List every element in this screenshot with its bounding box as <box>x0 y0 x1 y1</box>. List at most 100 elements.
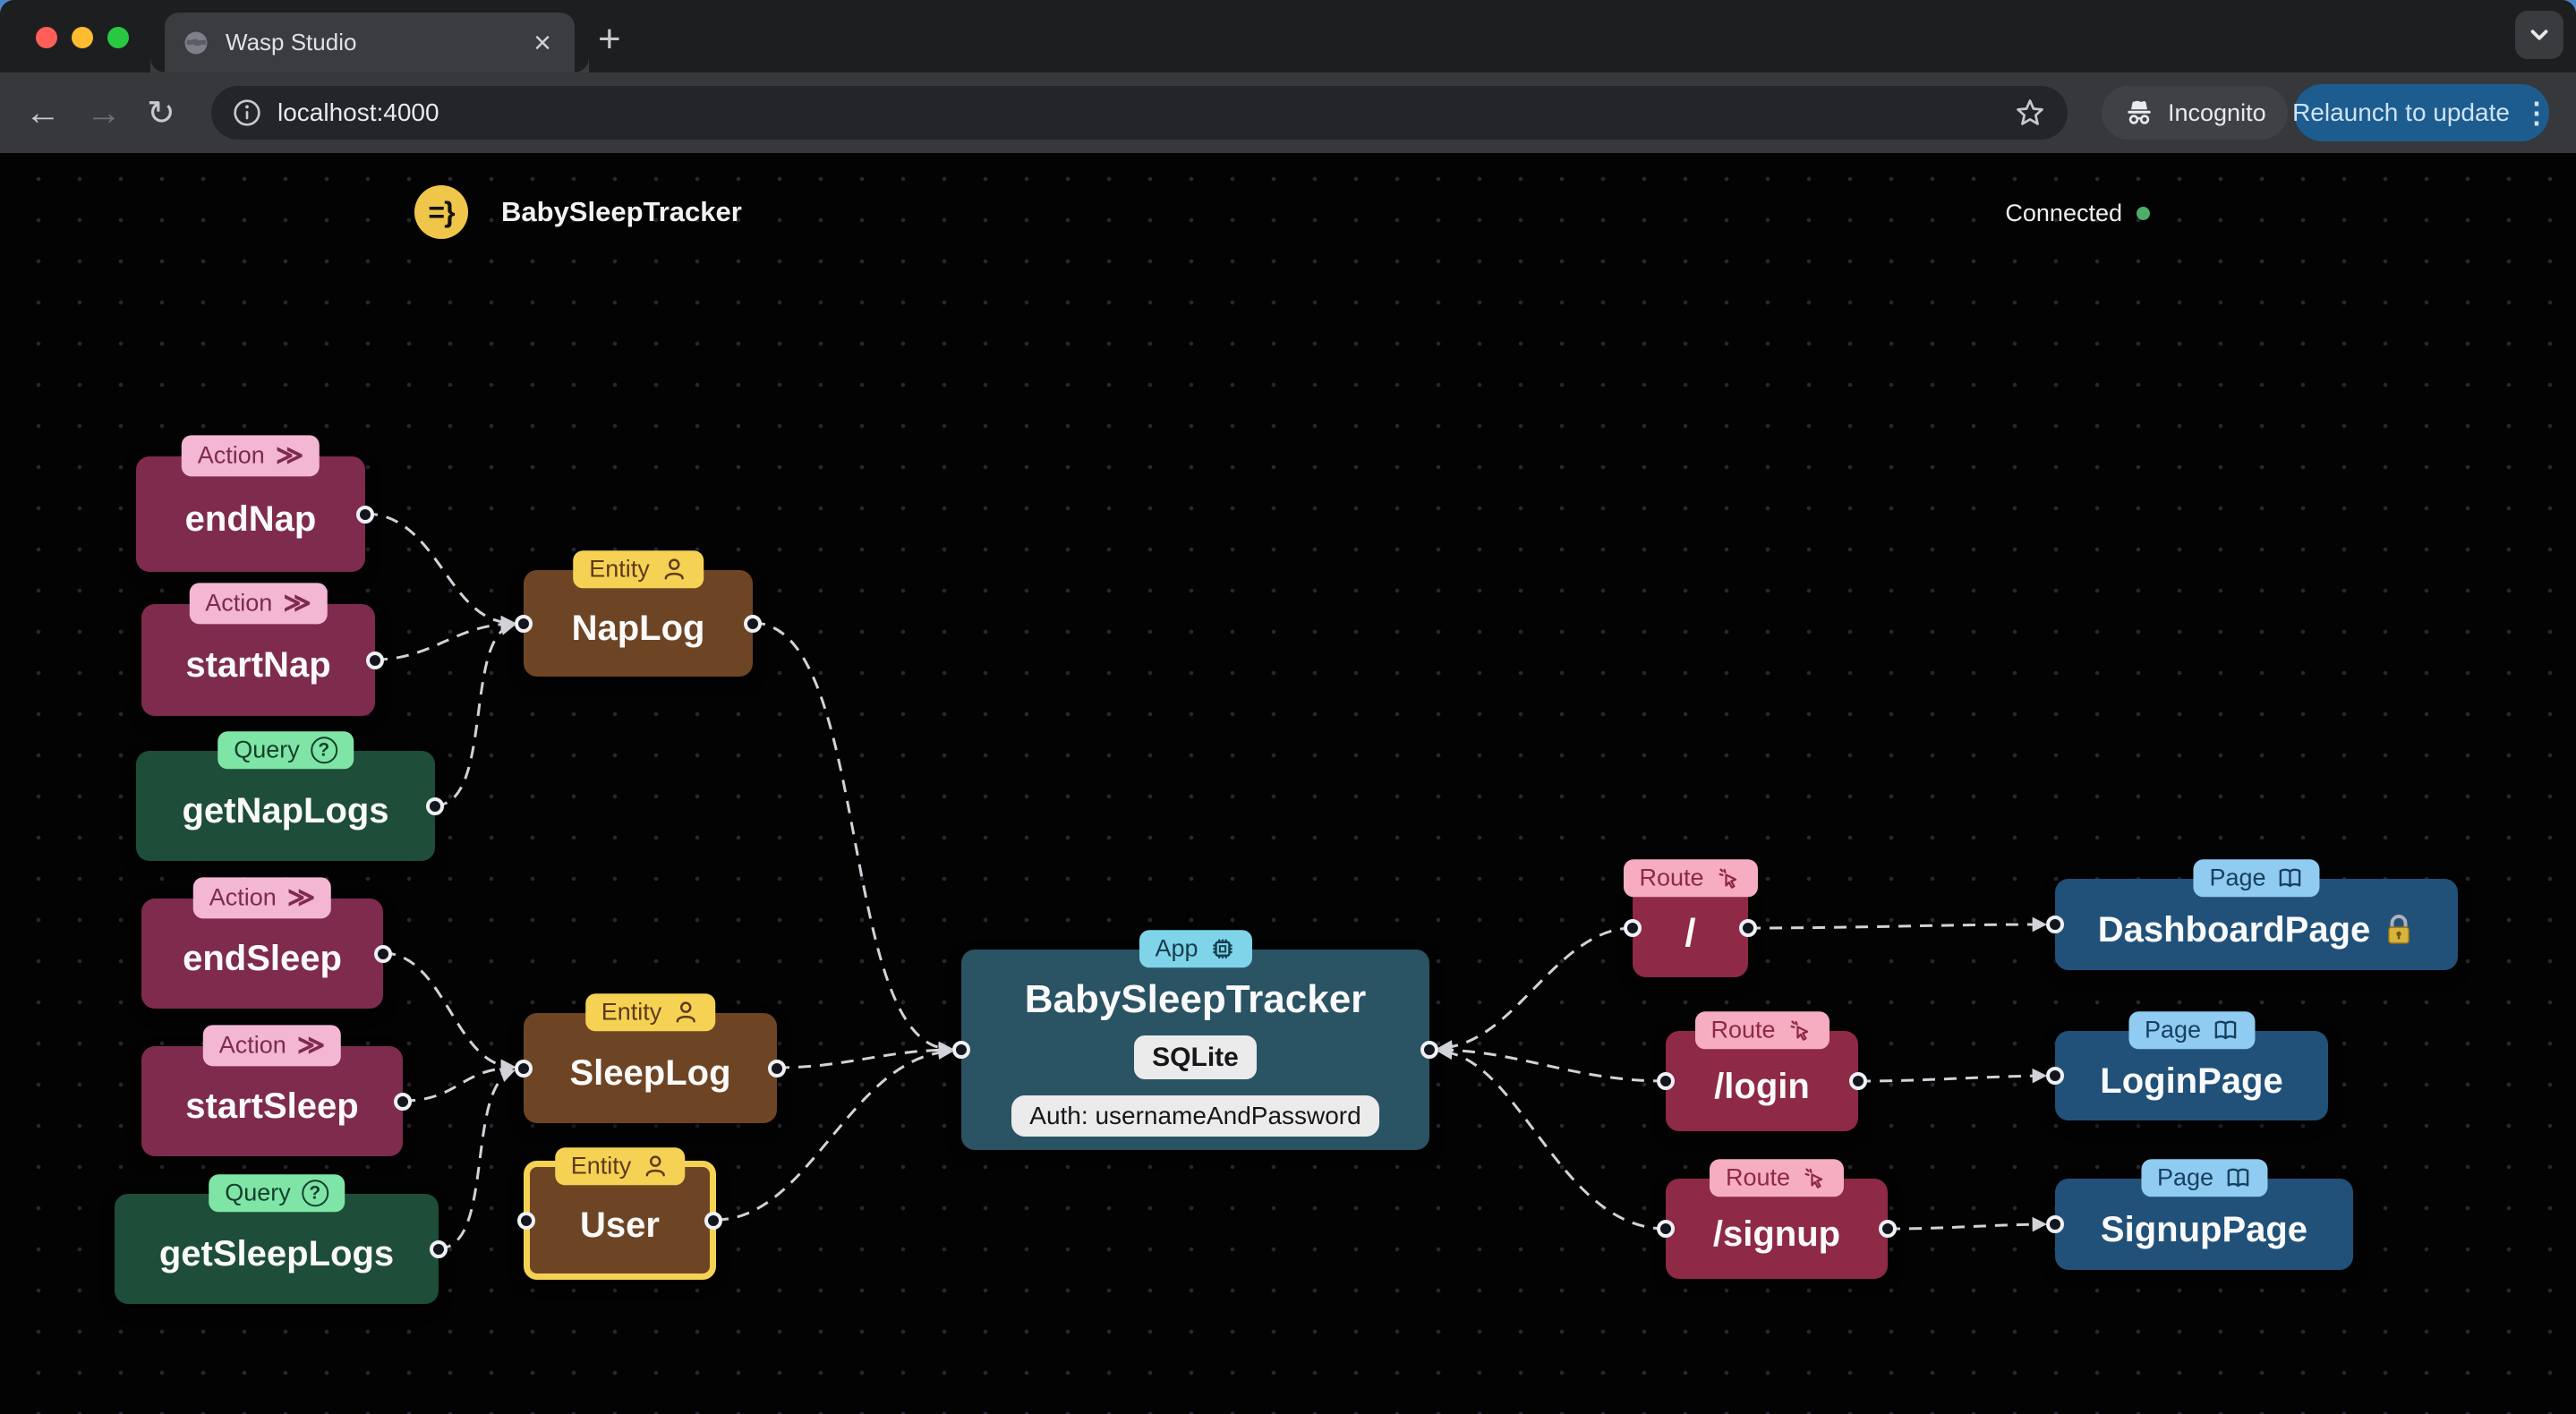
connection-handle[interactable] <box>515 614 533 633</box>
connection-handle[interactable] <box>1879 1220 1897 1238</box>
url-text: localhost:4000 <box>277 98 439 126</box>
node-action-endnap[interactable]: Action ≫ endNap <box>136 435 374 572</box>
person-icon <box>664 558 684 580</box>
chevrons-right-icon: ≫ <box>275 440 304 471</box>
edge-signup-signuppage <box>1887 1216 2048 1232</box>
entity-badge: Entity <box>554 1147 686 1186</box>
edge-startsleep-sleeplog <box>402 1060 516 1103</box>
connection-handle[interactable] <box>517 1211 535 1230</box>
node-app-babysleeptracker[interactable]: App BabySleepTracker SQLite Auth: userna… <box>952 930 1438 1150</box>
relaunch-label: Relaunch to update <box>2292 98 2510 126</box>
connection-handle[interactable] <box>1849 1072 1867 1090</box>
auth-pill: Auth: usernameAndPassword <box>1011 1095 1379 1137</box>
cursor-click-icon <box>1790 1020 1808 1041</box>
address-bar[interactable]: localhost:4000 <box>211 86 2068 140</box>
query-badge: Query ? <box>209 1174 345 1213</box>
connection-handle[interactable] <box>374 944 392 963</box>
connection-handle[interactable] <box>2046 1215 2064 1233</box>
edge-getnaplogs-naplog <box>434 620 516 807</box>
connection-handle[interactable] <box>1657 1220 1675 1238</box>
browser-toolbar: ← → ↻ localhost:4000 Incognito Relaunch … <box>0 72 2576 153</box>
connection-handle[interactable] <box>356 505 374 524</box>
back-button[interactable]: ← <box>25 93 61 133</box>
node-entity-sleeplog[interactable]: Entity SleepLog <box>515 993 786 1123</box>
action-badge: Action ≫ <box>202 1025 342 1066</box>
new-tab-button[interactable]: + <box>598 20 621 59</box>
macos-close-button[interactable] <box>36 27 57 48</box>
node-page-signuppage[interactable]: Page SignupPage <box>2046 1159 2353 1270</box>
forward-button[interactable]: → <box>86 93 122 133</box>
connection-handle[interactable] <box>2046 916 2064 933</box>
connection-handle[interactable] <box>1739 919 1757 937</box>
entity-badge: Entity <box>584 993 716 1032</box>
site-info-icon[interactable] <box>233 98 261 127</box>
node-route-signup[interactable]: Route /signup <box>1657 1159 1897 1279</box>
browser-menu-dots-icon[interactable]: ⋮ <box>2522 96 2551 130</box>
connection-handle[interactable] <box>744 614 762 633</box>
node-entity-naplog[interactable]: Entity NapLog <box>515 550 762 677</box>
page-name: DashboardPage <box>2097 909 2371 950</box>
browser-tab[interactable]: Wasp Studio × <box>165 13 589 72</box>
bookmark-star-icon[interactable] <box>2014 97 2046 129</box>
person-icon <box>676 1001 695 1023</box>
badge-label: Page <box>2144 1016 2202 1043</box>
node-route-root[interactable]: Route / <box>1623 859 1758 977</box>
node-query-getsleeplogs[interactable]: Query ? getSleepLogs <box>115 1174 448 1304</box>
connection-handle[interactable] <box>2046 1067 2064 1085</box>
page-badge: Page <box>2193 859 2320 898</box>
edge-getsleeplogs-sleeplog <box>438 1068 516 1250</box>
node-action-endsleep[interactable]: Action ≫ endSleep <box>141 877 392 1009</box>
tab-close-icon[interactable]: × <box>528 28 557 58</box>
connection-handle[interactable] <box>366 651 384 669</box>
incognito-icon <box>2128 100 2151 124</box>
person-icon <box>645 1155 665 1177</box>
connection-handle[interactable] <box>704 1211 722 1230</box>
badge-label: Query <box>234 736 300 763</box>
node-page-dashboardpage[interactable]: Page DashboardPage <box>2046 859 2458 970</box>
chevrons-right-icon: ≫ <box>283 588 311 618</box>
connection-handle[interactable] <box>952 1041 970 1059</box>
edge-route-root-app <box>1437 926 1633 1055</box>
connection-handle[interactable] <box>394 1092 412 1111</box>
action-badge: Action ≫ <box>189 583 328 624</box>
connection-handle[interactable] <box>1657 1072 1675 1090</box>
tab-search-button[interactable] <box>2515 11 2563 59</box>
wasp-studio-canvas[interactable]: =} BabySleepTracker Connected Action ≫ e… <box>0 153 2576 1414</box>
lock-icon <box>2388 915 2410 944</box>
connection-handle[interactable] <box>430 1239 448 1258</box>
connection-handle[interactable] <box>1624 919 1642 937</box>
node-page-loginpage[interactable]: Page LoginPage <box>2046 1011 2328 1120</box>
badge-label: Action <box>205 589 273 617</box>
chevrons-right-icon: ≫ <box>286 882 316 913</box>
chip-icon <box>1212 939 1233 958</box>
edge-route-signup-app <box>1437 1044 1667 1231</box>
edge-root-dashboardpage <box>1747 916 2048 933</box>
reload-button[interactable]: ↻ <box>147 93 175 133</box>
macos-maximize-button[interactable] <box>107 27 129 48</box>
globe-favicon-icon <box>184 31 208 54</box>
relaunch-to-update-button[interactable]: Relaunch to update ⋮ <box>2292 84 2551 141</box>
connection-handle[interactable] <box>515 1059 533 1078</box>
cursor-click-icon <box>1804 1168 1823 1188</box>
node-route-login[interactable]: Route /login <box>1657 1011 1867 1131</box>
incognito-badge: Incognito <box>2102 86 2288 140</box>
badge-label: Query <box>225 1179 291 1206</box>
node-query-getnaplogs[interactable]: Query ? getNapLogs <box>136 731 444 861</box>
route-badge: Route <box>1694 1011 1830 1050</box>
node-entity-user[interactable]: Entity User <box>517 1147 722 1280</box>
edge-sleeplog-app <box>776 1042 954 1069</box>
badge-label: App <box>1155 934 1198 962</box>
question-circle-icon: ? <box>301 1180 328 1207</box>
badge-label: Route <box>1725 1163 1791 1191</box>
edge-naplog-app <box>752 621 954 1057</box>
macos-minimize-button[interactable] <box>72 27 93 48</box>
edge-login-loginpage <box>1857 1068 2048 1084</box>
node-action-startsleep[interactable]: Action ≫ startSleep <box>141 1025 412 1156</box>
badge-label: Action <box>209 883 277 911</box>
connection-handle[interactable] <box>768 1059 786 1078</box>
node-action-startnap[interactable]: Action ≫ startNap <box>141 583 384 716</box>
connection-handle[interactable] <box>426 796 444 815</box>
badge-label: Route <box>1710 1016 1776 1043</box>
badge-label: Entity <box>589 555 650 583</box>
connection-handle[interactable] <box>1420 1041 1438 1059</box>
